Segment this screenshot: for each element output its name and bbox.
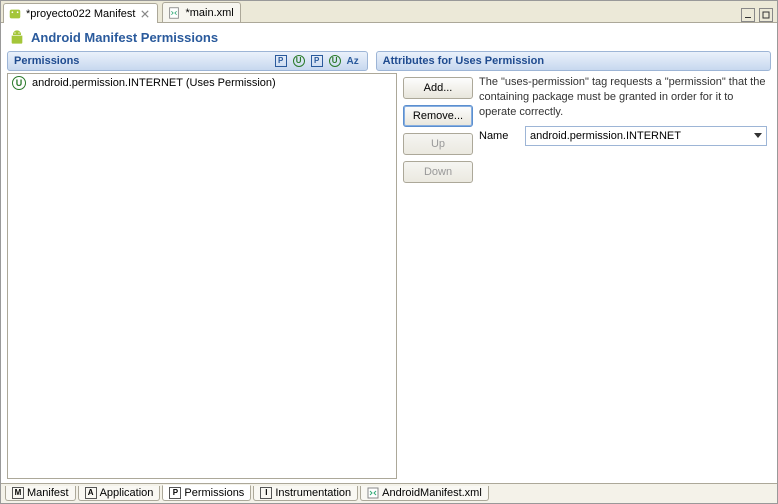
- name-combobox[interactable]: android.permission.INTERNET: [525, 126, 767, 146]
- tab-instrumentation[interactable]: I Instrumentation: [253, 486, 358, 501]
- android-icon: [9, 29, 25, 45]
- list-item-label: android.permission.INTERNET (Uses Permis…: [32, 77, 276, 89]
- name-label: Name: [479, 130, 519, 142]
- xml-file-icon: [367, 487, 379, 499]
- close-icon[interactable]: [139, 8, 151, 20]
- permissions-section-header: Permissions P U P U Az: [7, 51, 368, 71]
- tab-permissions[interactable]: P Permissions: [162, 485, 251, 501]
- tab-letter-icon: M: [12, 487, 24, 499]
- tab-label: AndroidManifest.xml: [382, 487, 482, 499]
- tab-main-xml[interactable]: *main.xml: [162, 2, 240, 22]
- tab-androidmanifest-xml[interactable]: AndroidManifest.xml: [360, 486, 489, 501]
- page-header: Android Manifest Permissions: [1, 23, 777, 49]
- tab-manifest[interactable]: M Manifest: [5, 486, 76, 501]
- filter-u-icon[interactable]: U: [291, 53, 307, 69]
- remove-button[interactable]: Remove...: [403, 105, 473, 127]
- minimize-icon[interactable]: [741, 8, 755, 22]
- up-button[interactable]: Up: [403, 133, 473, 155]
- tab-letter-icon: I: [260, 487, 272, 499]
- tab-label: Permissions: [184, 487, 244, 499]
- add-button[interactable]: Add...: [403, 77, 473, 99]
- down-button[interactable]: Down: [403, 161, 473, 183]
- chevron-down-icon: [754, 133, 762, 138]
- tab-letter-icon: P: [169, 487, 181, 499]
- tab-label: Manifest: [27, 487, 69, 499]
- tab-label: *proyecto022 Manifest: [26, 8, 135, 20]
- filter-p-icon[interactable]: P: [273, 53, 289, 69]
- editor-bottom-tabs: M Manifest A Application P Permissions I…: [1, 483, 777, 503]
- page-title: Android Manifest Permissions: [31, 30, 218, 45]
- filter-p2-icon[interactable]: P: [309, 53, 325, 69]
- tab-manifest-editor[interactable]: *proyecto022 Manifest: [3, 3, 158, 23]
- uses-permission-icon: U: [12, 76, 26, 90]
- editor-tabs: *proyecto022 Manifest *main.xml: [1, 1, 777, 23]
- attributes-description: The "uses-permission" tag requests a "pe…: [479, 75, 767, 120]
- filter-u2-icon[interactable]: U: [327, 53, 343, 69]
- tab-label: Application: [100, 487, 154, 499]
- section-title: Attributes for Uses Permission: [383, 55, 544, 67]
- attributes-section-header: Attributes for Uses Permission: [376, 51, 771, 71]
- maximize-icon[interactable]: [759, 8, 773, 22]
- xml-file-icon: [167, 6, 181, 20]
- section-title: Permissions: [14, 55, 79, 67]
- permissions-list[interactable]: U android.permission.INTERNET (Uses Perm…: [7, 73, 397, 479]
- tab-application[interactable]: A Application: [78, 486, 161, 501]
- list-item[interactable]: U android.permission.INTERNET (Uses Perm…: [8, 74, 396, 92]
- name-value: android.permission.INTERNET: [530, 130, 681, 142]
- tab-letter-icon: A: [85, 487, 97, 499]
- tab-label: Instrumentation: [275, 487, 351, 499]
- sort-az-icon[interactable]: Az: [345, 53, 361, 69]
- tab-label: *main.xml: [185, 7, 233, 19]
- android-file-icon: [8, 7, 22, 21]
